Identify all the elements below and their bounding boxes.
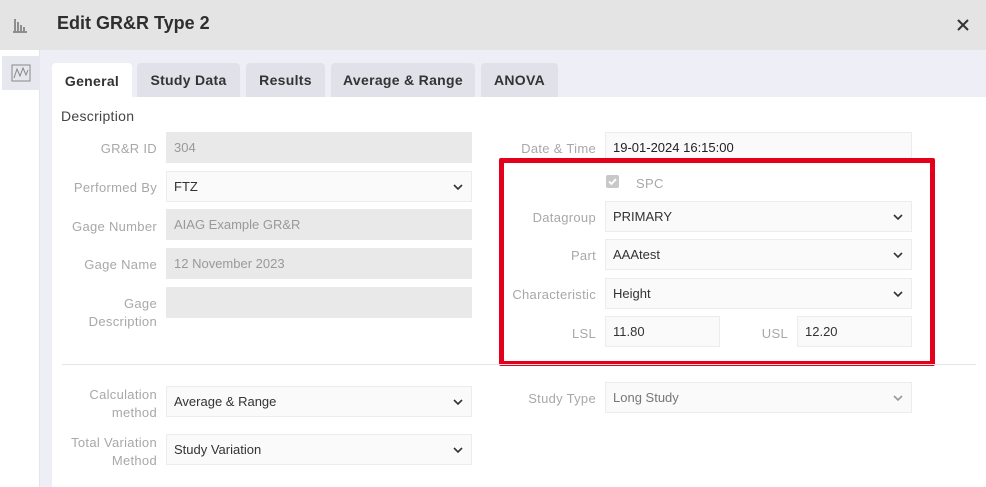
study-type-select[interactable]: Long Study [605,382,912,413]
chevron-down-icon [893,395,903,402]
gage-description-field [166,287,472,318]
total-variation-label: Total Variation Method [52,434,157,470]
calc-method-label-line2: method [111,405,157,420]
total-variation-label-line2: Method [111,453,157,468]
chevron-down-icon [453,399,463,406]
total-variation-label-line1: Total Variation [71,435,157,450]
dialog-title: Edit GR&R Type 2 [57,13,210,33]
gage-number-label: Gage Number [72,219,157,234]
grr-id-field: 304 [166,132,472,163]
line-chart-icon [11,64,31,82]
gage-name-field: 12 November 2023 [166,248,472,279]
close-icon [957,19,969,31]
highlight-box [499,158,935,366]
study-type-label: Study Type [528,391,596,406]
tab-anova[interactable]: ANOVA [481,63,558,97]
gage-name-label: Gage Name [84,257,157,272]
tab-study-data[interactable]: Study Data [137,63,240,97]
sidebar-top [0,0,40,50]
gage-number-field: AIAG Example GR&R [166,209,472,240]
performed-by-label: Performed By [73,180,157,195]
grr-id-label: GR&R ID [100,141,157,156]
chevron-down-icon [453,184,463,191]
close-button[interactable] [953,15,973,35]
chevron-down-icon [453,447,463,454]
bar-chart-icon[interactable] [11,16,29,34]
date-time-label: Date & Time [521,141,596,156]
calc-method-label: Calculation method [52,386,157,422]
tab-average-range[interactable]: Average & Range [331,63,475,97]
section-divider [62,364,976,365]
tab-general[interactable]: General [52,63,132,98]
dialog-header: Edit GR&R Type 2 [40,0,986,50]
calc-method-select[interactable]: Average & Range [166,386,472,417]
calc-method-label-line1: Calculation [89,387,157,402]
sidebar [0,0,40,487]
section-title-description: Description [61,108,135,124]
gage-description-label: Gage Description [88,296,157,329]
total-variation-select[interactable]: Study Variation [166,434,472,465]
tab-results[interactable]: Results [246,63,325,97]
sidebar-item-chart[interactable] [2,56,40,90]
performed-by-select[interactable]: FTZ [166,171,472,202]
